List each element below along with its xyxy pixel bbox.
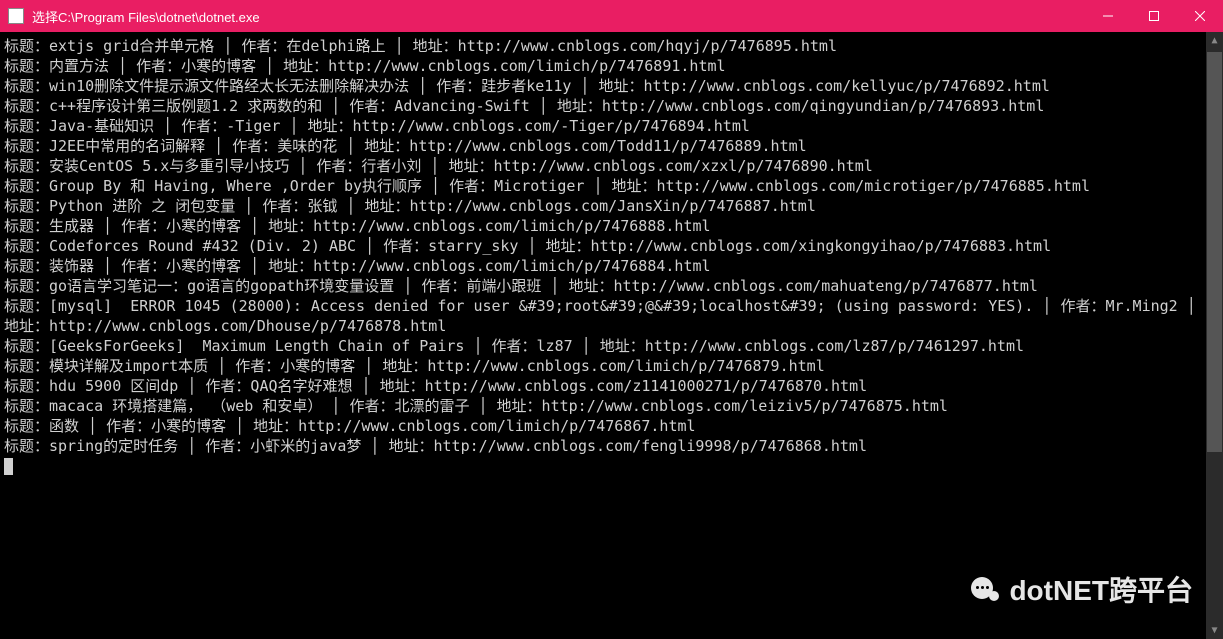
wechat-icon <box>971 577 999 601</box>
watermark: dotNET跨平台 <box>971 569 1193 609</box>
app-icon <box>8 8 24 24</box>
minimize-icon <box>1103 11 1113 21</box>
maximize-button[interactable] <box>1131 0 1177 32</box>
scroll-down-arrow-icon[interactable]: ▼ <box>1206 622 1223 639</box>
terminal-output[interactable]: 标题：extjs grid合并单元格 │ 作者：在delphi路上 │ 地址：h… <box>0 32 1223 639</box>
watermark-text: dotNET跨平台 <box>1009 569 1193 609</box>
maximize-icon <box>1149 11 1159 21</box>
scrollbar-thumb[interactable] <box>1207 52 1222 452</box>
close-icon <box>1195 11 1205 21</box>
window-title: 选择C:\Program Files\dotnet\dotnet.exe <box>32 7 1085 26</box>
vertical-scrollbar[interactable]: ▲ ▼ <box>1206 32 1223 639</box>
window-titlebar: 选择C:\Program Files\dotnet\dotnet.exe <box>0 0 1223 32</box>
minimize-button[interactable] <box>1085 0 1131 32</box>
window-controls <box>1085 0 1223 32</box>
cursor <box>4 458 13 475</box>
scroll-up-arrow-icon[interactable]: ▲ <box>1206 32 1223 49</box>
close-button[interactable] <box>1177 0 1223 32</box>
